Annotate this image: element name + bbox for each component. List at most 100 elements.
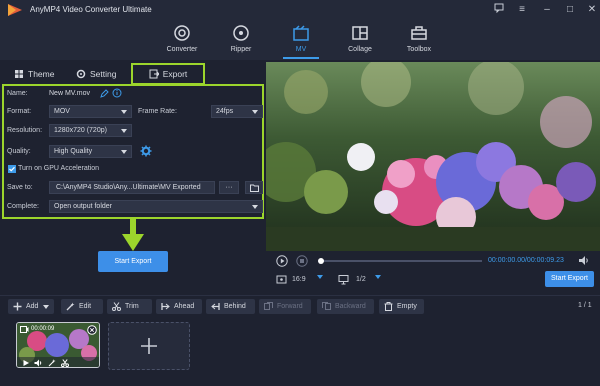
magic-wand-icon [66,302,75,311]
format-select[interactable]: MOV [49,105,132,118]
empty-label: Empty [397,303,417,310]
stop-icon[interactable] [296,255,308,267]
video-clip-icon [20,326,29,333]
name-label: Name: [7,90,28,97]
quality-label: Quality: [7,148,31,155]
tab-export[interactable]: Export [131,63,205,85]
ahead-icon [161,303,170,310]
tab-export-label: Export [162,69,188,79]
trim-button[interactable]: Trim [107,299,152,314]
title-bar: AnyMP4 Video Converter Ultimate ≡ – □ ✕ … [0,0,600,60]
save-to-label: Save to: [7,184,33,191]
progress-thumb[interactable] [318,258,324,264]
clip-edit-icon[interactable] [48,359,56,367]
aspect-ratio-value[interactable]: 16:9 [292,276,306,283]
collage-icon [352,26,368,40]
nav-toolbox[interactable]: Toolbox [389,24,449,53]
backward-icon [322,302,331,310]
resolution-select[interactable]: 1280x720 (720p) [49,124,132,137]
add-media-slot[interactable] [108,322,190,370]
add-button[interactable]: Add [8,299,54,314]
edit-name-icon[interactable] [100,89,109,98]
nav-ripper[interactable]: Ripper [211,24,271,53]
feedback-icon[interactable] [492,3,506,17]
empty-button[interactable]: Empty [379,299,424,314]
clip-play-icon[interactable] [22,359,30,367]
resolution-value: 1280x720 (720p) [54,127,107,134]
info-icon[interactable] [112,88,122,98]
nav-mv-label: MV [295,46,307,53]
ripper-icon [233,25,249,41]
open-folder-button[interactable] [245,181,263,194]
frame-rate-select[interactable]: 24fps [211,105,263,118]
quality-select[interactable]: High Quality [49,145,132,158]
backward-button[interactable]: Backward [317,299,374,314]
player-controls: 00:00:00.00/00:00:09.23 16:9 1/2 Start E… [266,251,600,295]
frame-rate-value: 24fps [216,108,234,115]
save-path-field[interactable]: C:\AnyMP4 Studio\Any...Ultimate\MV Expor… [49,181,215,194]
start-export-secondary-label: Start Export [551,275,588,282]
clip-trim-icon[interactable] [61,359,69,367]
forward-label: Forward [277,303,303,310]
behind-icon [211,303,220,310]
maximize-icon[interactable]: □ [563,3,577,17]
behind-label: Behind [224,303,246,310]
edit-label: Edit [79,303,92,310]
minimize-icon[interactable]: – [540,3,554,17]
chevron-down-icon [121,150,127,154]
nav-converter-label: Converter [166,46,198,53]
forward-icon [264,302,273,310]
complete-select[interactable]: Open output folder [49,200,263,213]
save-path-value: C:\AnyMP4 Studio\Any...Ultimate\MV Expor… [56,184,201,191]
app-logo-icon [8,4,22,16]
nav-toolbox-label: Toolbox [406,46,432,53]
format-label: Format: [7,108,32,115]
progress-track[interactable] [320,260,482,262]
menu-icon[interactable]: ≡ [515,3,529,17]
monitor-icon [338,275,349,285]
gpu-checkbox[interactable] [8,165,16,173]
add-label: Add [26,303,39,310]
start-export-button[interactable]: Start Export [98,251,168,272]
setting-icon [76,69,86,79]
nav-collage[interactable]: Collage [330,24,390,53]
tab-setting-label: Setting [90,69,117,79]
browse-label: ··· [225,182,233,191]
folder-icon [250,184,259,192]
tab-setting[interactable]: Setting [76,65,116,83]
video-preview [266,62,600,251]
converter-icon [174,25,190,41]
nav-ripper-label: Ripper [230,46,252,53]
plus-icon [141,338,157,354]
volume-icon[interactable] [578,255,590,266]
timeline: 00:00:09 [0,318,600,386]
chevron-down-icon [252,110,258,114]
ahead-label: Ahead [174,303,195,310]
app-title: AnyMP4 Video Converter Ultimate [30,5,152,14]
timeline-clip[interactable]: 00:00:09 [16,322,100,368]
start-export-label: Start Export [114,258,152,265]
remove-clip-icon[interactable] [87,325,97,335]
theme-icon [15,70,23,78]
edit-toolbar: Add Edit Trim Ahead Behind Forward Backw… [0,296,600,318]
format-value: MOV [54,108,70,115]
chevron-down-icon [121,129,127,133]
clip-volume-icon[interactable] [34,359,43,367]
play-icon[interactable] [276,255,288,267]
quality-settings-gear-icon[interactable] [140,145,152,157]
edit-button[interactable]: Edit [61,299,103,314]
nav-converter[interactable]: Converter [152,24,212,53]
forward-button[interactable]: Forward [259,299,311,314]
start-export-button-secondary[interactable]: Start Export [545,271,594,287]
close-icon[interactable]: ✕ [586,3,598,17]
nav-active-indicator [283,57,319,59]
nav-collage-label: Collage [348,46,372,53]
nav-mv[interactable]: MV [271,24,331,53]
ahead-button[interactable]: Ahead [156,299,202,314]
chevron-down-icon[interactable] [317,275,323,279]
chevron-down-icon[interactable] [375,275,381,279]
browse-button[interactable]: ··· [219,181,239,194]
behind-button[interactable]: Behind [206,299,255,314]
tab-theme[interactable]: Theme [14,65,54,83]
export-settings-box: Name: New MV.mov Format: MOV Frame Rate:… [2,84,264,219]
